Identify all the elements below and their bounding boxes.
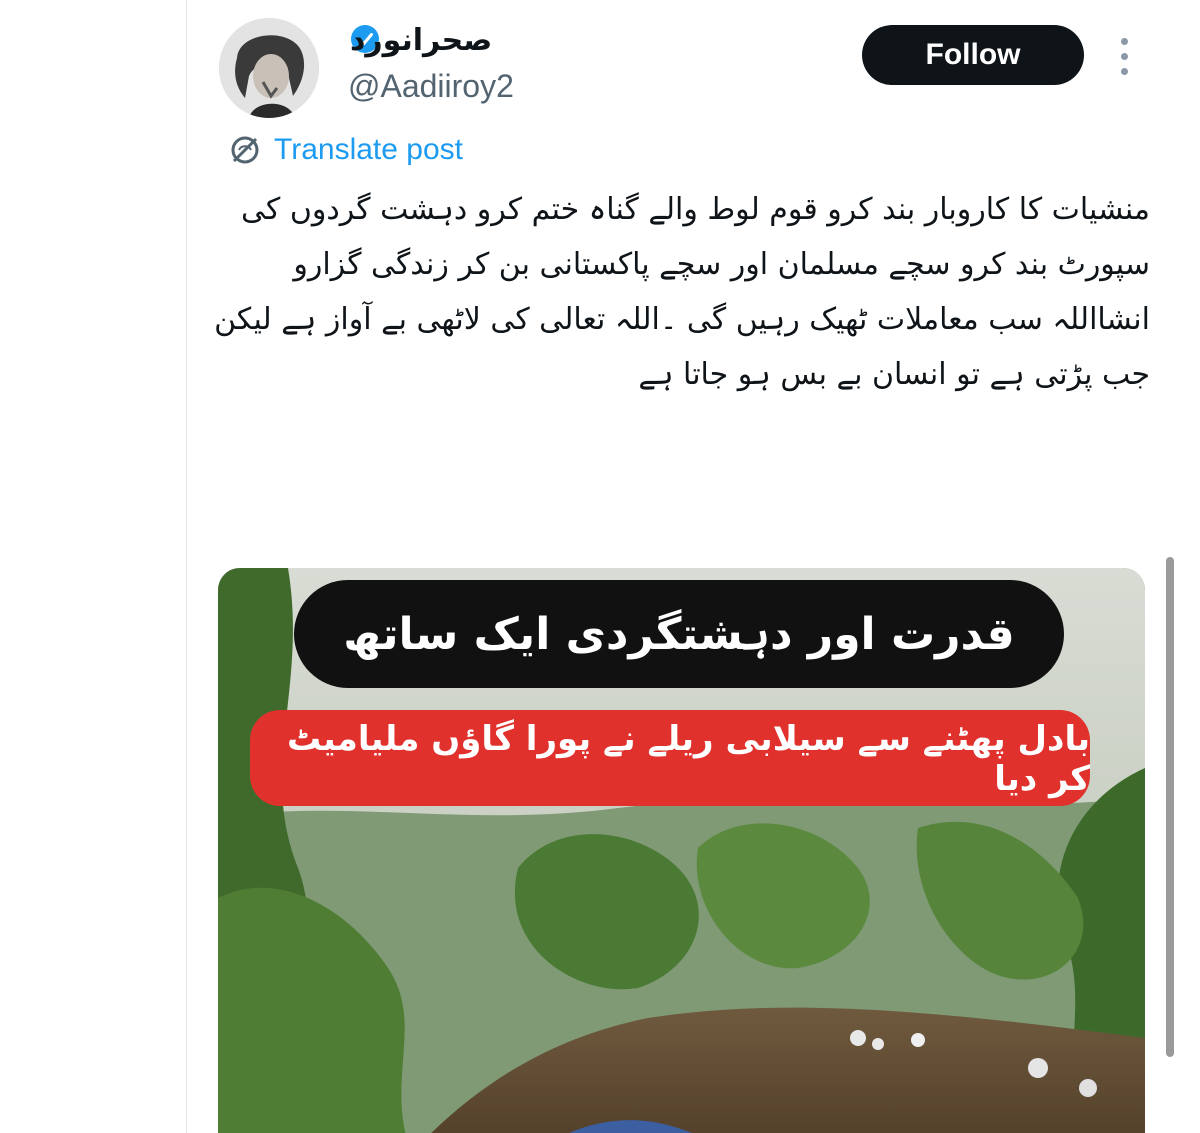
avatar-image <box>219 18 319 118</box>
timeline-divider <box>186 0 187 1133</box>
page: صحرانورد @Aadiiroy2 Follow Translate pos… <box>0 0 1200 1133</box>
translate-post-label: Translate post <box>274 133 463 166</box>
avatar[interactable] <box>219 18 319 118</box>
user-handle[interactable]: @Aadiiroy2 <box>348 64 514 108</box>
more-vertical-icon[interactable] <box>1112 32 1138 82</box>
follow-button[interactable]: Follow <box>862 25 1084 85</box>
media-banner-caption: بادل پھٹنے سے سیلابی ریلے نے پورا گاؤں م… <box>250 710 1090 806</box>
translate-post-link[interactable]: Translate post <box>228 128 463 172</box>
media-banner-title: قدرت اور دہشتگردی ایک ساتھ <box>294 580 1064 688</box>
tweet-media[interactable]: قدرت اور دہشتگردی ایک ساتھ بادل پھٹنے سے… <box>218 568 1145 1133</box>
display-name[interactable]: صحرانورد <box>350 18 540 62</box>
scrollbar-thumb[interactable] <box>1166 557 1174 1057</box>
tweet-text: منشیات کا کاروبار بند کرو قوم لوط والے گ… <box>204 192 1150 392</box>
translate-globe-icon <box>231 136 259 164</box>
